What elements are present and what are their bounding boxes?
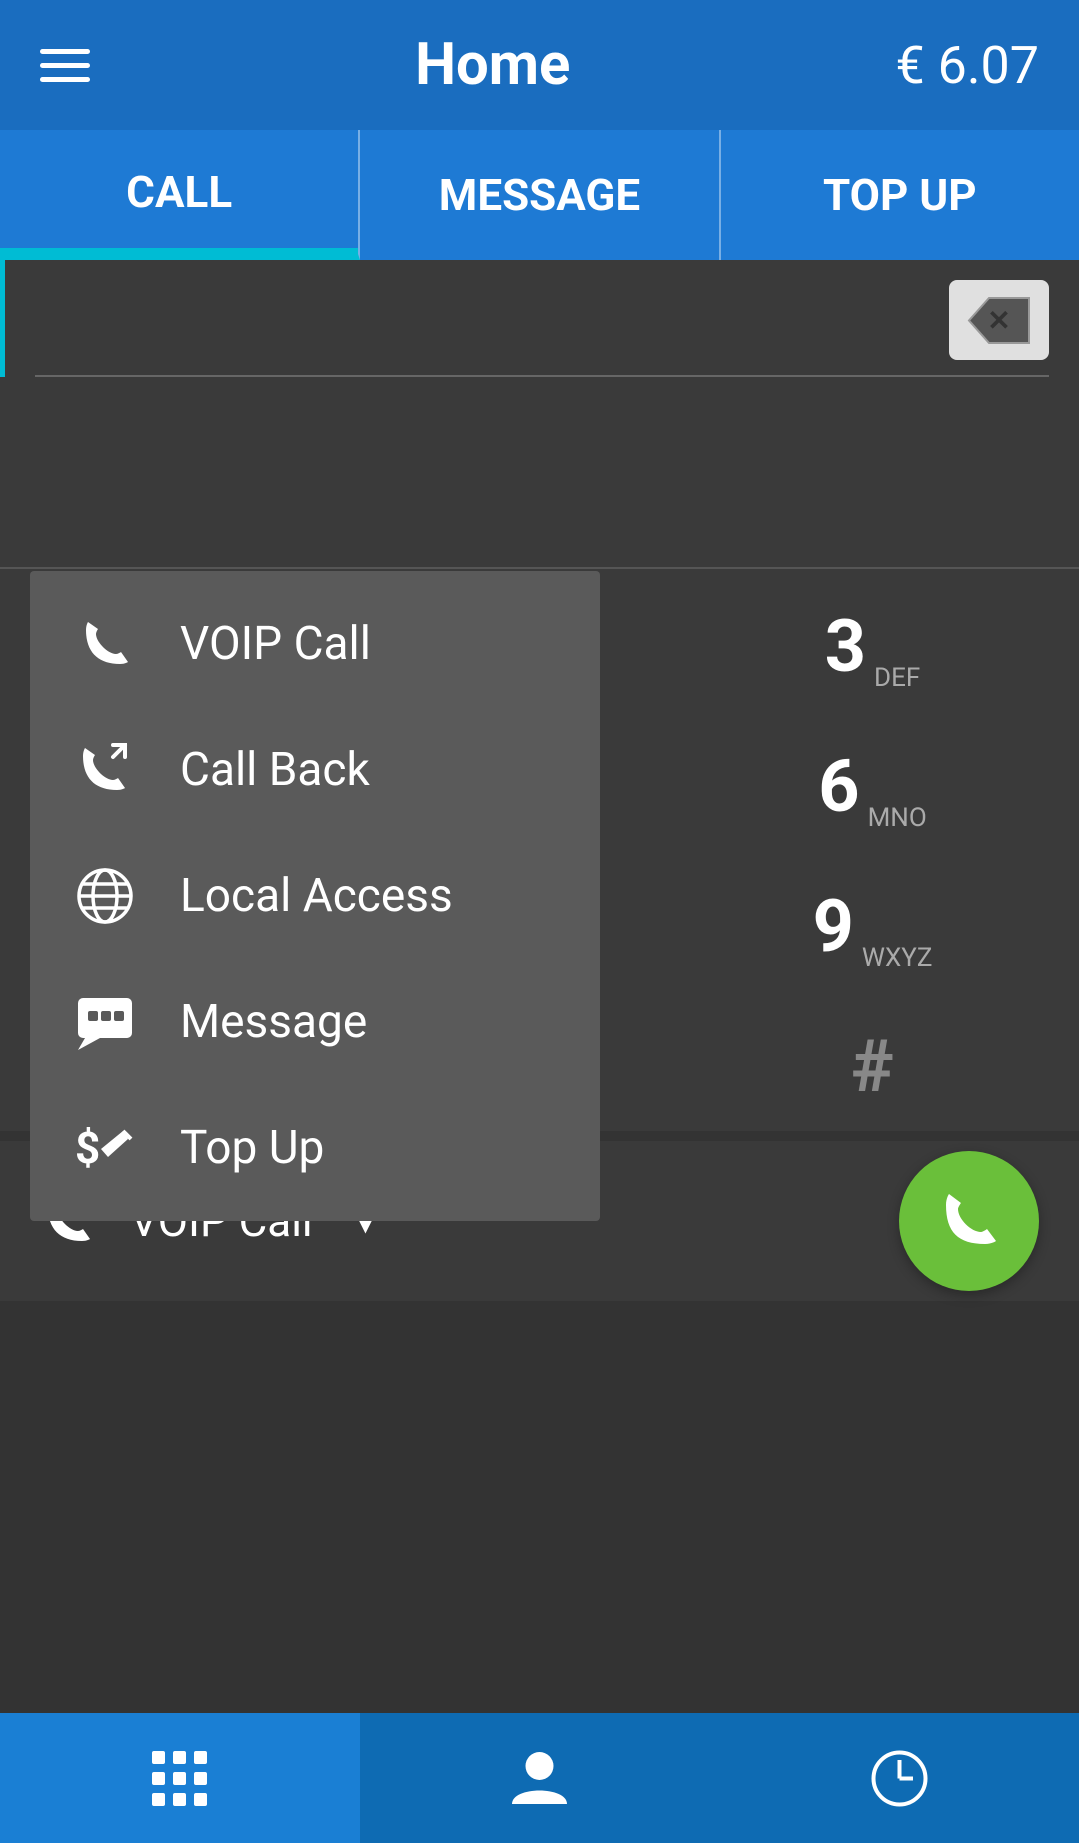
globe-icon xyxy=(70,861,140,931)
backspace-button[interactable]: ✕ xyxy=(949,280,1049,360)
phone-icon xyxy=(70,609,140,679)
call-button[interactable] xyxy=(899,1151,1039,1291)
key-3[interactable]: 3 DEF xyxy=(723,581,1023,711)
dropdown-item-local[interactable]: Local Access xyxy=(30,833,600,959)
dropdown-label-message: Message xyxy=(180,995,367,1049)
key-hash[interactable]: # xyxy=(723,1001,1023,1131)
svg-text:$: $ xyxy=(75,1122,100,1174)
menu-icon[interactable] xyxy=(40,49,90,82)
tab-call[interactable]: CALL xyxy=(0,130,360,260)
bottom-nav-contacts[interactable] xyxy=(360,1713,720,1843)
header: Home € 6.07 xyxy=(0,0,1079,130)
spacer xyxy=(0,377,1079,567)
svg-text:✕: ✕ xyxy=(987,305,1010,336)
topup-icon: $ xyxy=(70,1113,140,1183)
dropdown-label-local: Local Access xyxy=(180,869,453,923)
bottom-nav-dialpad[interactable] xyxy=(0,1713,360,1843)
dropdown-item-voip[interactable]: VOIP Call xyxy=(30,581,600,707)
keypad-wrapper: VOIP Call Call Back xyxy=(0,571,1079,1131)
key-9[interactable]: 9 WXYZ xyxy=(723,861,1023,991)
dropdown-item-callback[interactable]: Call Back xyxy=(30,707,600,833)
tab-topup[interactable]: TOP UP xyxy=(721,130,1079,260)
header-title: Home xyxy=(415,31,570,99)
callback-icon xyxy=(70,735,140,805)
bottom-nav xyxy=(0,1713,1079,1843)
dropdown-item-topup[interactable]: $ Top Up xyxy=(30,1085,600,1211)
dropdown-popup: VOIP Call Call Back xyxy=(30,571,600,1221)
dropdown-label-callback: Call Back xyxy=(180,743,370,797)
input-area: ✕ xyxy=(0,260,1079,377)
dropdown-label-topup: Top Up xyxy=(180,1121,324,1175)
header-balance: € 6.07 xyxy=(895,35,1039,96)
message-icon xyxy=(70,987,140,1057)
bottom-nav-recents[interactable] xyxy=(719,1713,1079,1843)
tabs-bar: CALL MESSAGE TOP UP xyxy=(0,130,1079,260)
tab-message[interactable]: MESSAGE xyxy=(360,130,720,260)
dial-input[interactable] xyxy=(35,280,949,360)
dropdown-label-voip: VOIP Call xyxy=(180,617,371,671)
dropdown-item-message[interactable]: Message xyxy=(30,959,600,1085)
key-6[interactable]: 6 MNO xyxy=(723,721,1023,851)
